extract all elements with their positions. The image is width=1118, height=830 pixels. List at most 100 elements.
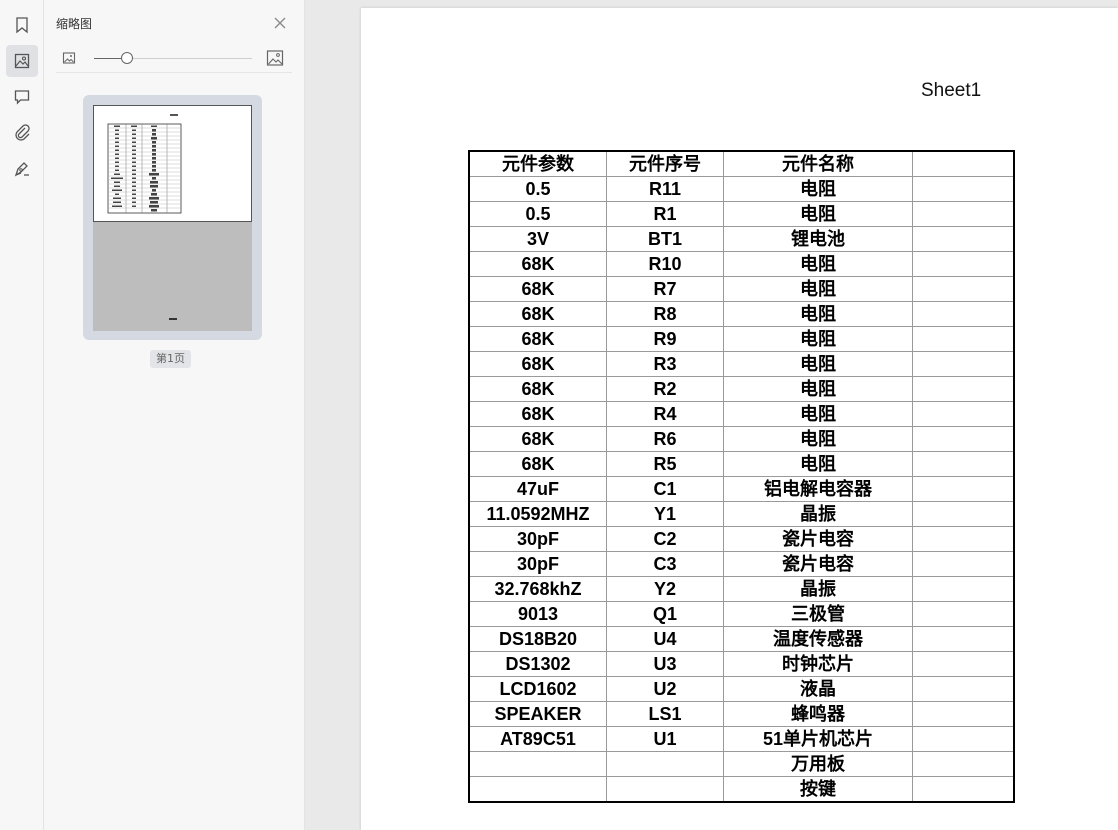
thumbnail-table-preview bbox=[107, 114, 182, 214]
table-cell bbox=[912, 326, 1015, 352]
table-cell bbox=[912, 301, 1015, 327]
table-cell: 锂电池 bbox=[723, 226, 913, 252]
comment-button[interactable] bbox=[6, 81, 38, 113]
zoom-out-image-icon[interactable] bbox=[62, 51, 76, 65]
table-cell bbox=[912, 726, 1015, 752]
table-cell bbox=[912, 176, 1015, 202]
bookmark-icon bbox=[16, 17, 28, 34]
table-cell: R2 bbox=[606, 376, 724, 402]
table-cell: 电阻 bbox=[723, 401, 913, 427]
table-cell: U2 bbox=[606, 676, 724, 702]
table-cell: R8 bbox=[606, 301, 724, 327]
table-cell bbox=[468, 751, 607, 777]
table-header-cell: 元件序号 bbox=[606, 150, 724, 177]
table-cell bbox=[912, 426, 1015, 452]
table-row: 47uF C1 铝电解电容器 bbox=[468, 476, 1015, 502]
table-row: 68K R10 电阻 bbox=[468, 251, 1015, 277]
table-cell: 铝电解电容器 bbox=[723, 476, 913, 502]
table-cell: 三极管 bbox=[723, 601, 913, 627]
table-cell bbox=[912, 376, 1015, 402]
table-row: 68K R5 电阻 bbox=[468, 451, 1015, 477]
table-cell bbox=[912, 776, 1015, 803]
table-cell: 电阻 bbox=[723, 176, 913, 202]
table-cell bbox=[606, 776, 724, 803]
table-cell: U1 bbox=[606, 726, 724, 752]
table-cell: 68K bbox=[468, 401, 607, 427]
table-cell: DS1302 bbox=[468, 651, 607, 677]
table-cell: DS18B20 bbox=[468, 626, 607, 652]
table-row: 30pF C3 瓷片电容 bbox=[468, 551, 1015, 577]
table-cell: 液晶 bbox=[723, 676, 913, 702]
thumbnail-sheet-preview bbox=[93, 105, 252, 222]
signature-button[interactable] bbox=[6, 153, 38, 185]
table-cell: 电阻 bbox=[723, 201, 913, 227]
table-cell: 68K bbox=[468, 326, 607, 352]
table-cell: 电阻 bbox=[723, 251, 913, 277]
table-cell bbox=[912, 251, 1015, 277]
attachment-button[interactable] bbox=[6, 116, 38, 148]
table-row: LCD1602 U2 液晶 bbox=[468, 676, 1015, 702]
table-cell bbox=[912, 551, 1015, 577]
table-header-cell bbox=[912, 150, 1015, 177]
table-cell: 瓷片电容 bbox=[723, 526, 913, 552]
table-cell: 电阻 bbox=[723, 326, 913, 352]
table-cell: LCD1602 bbox=[468, 676, 607, 702]
table-cell bbox=[912, 626, 1015, 652]
table-row: 按键 bbox=[468, 776, 1015, 803]
table-cell: LS1 bbox=[606, 701, 724, 727]
page-label[interactable]: 第1页 bbox=[150, 350, 191, 368]
table-cell bbox=[606, 751, 724, 777]
bookmark-button[interactable] bbox=[6, 9, 38, 41]
table-header-cell: 元件参数 bbox=[468, 150, 607, 177]
table-cell: R7 bbox=[606, 276, 724, 302]
thumbnail-button[interactable] bbox=[6, 45, 38, 77]
table-cell: 晶振 bbox=[723, 576, 913, 602]
table-cell: 按键 bbox=[723, 776, 913, 803]
zoom-in-image-icon[interactable] bbox=[266, 49, 284, 67]
thumbnail-page-preview bbox=[93, 105, 252, 331]
component-table: 元件参数 元件序号 元件名称 0.5 R11 电阻 0.5 R1 电阻 3V BT1 锂电池 68K R1… bbox=[468, 150, 1015, 803]
table-cell: 电阻 bbox=[723, 276, 913, 302]
table-cell: AT89C51 bbox=[468, 726, 607, 752]
table-cell bbox=[912, 751, 1015, 777]
table-cell: R10 bbox=[606, 251, 724, 277]
table-cell: 电阻 bbox=[723, 351, 913, 377]
zoom-slider-knob[interactable] bbox=[120, 52, 133, 64]
table-row: 30pF C2 瓷片电容 bbox=[468, 526, 1015, 552]
table-row: 68K R3 电阻 bbox=[468, 351, 1015, 377]
signature-icon bbox=[14, 162, 29, 177]
table-cell: C2 bbox=[606, 526, 724, 552]
table-cell: 47uF bbox=[468, 476, 607, 502]
table-cell bbox=[468, 776, 607, 803]
table-cell: BT1 bbox=[606, 226, 724, 252]
document-page: Sheet1 元件参数 元件序号 元件名称 0.5 R11 电阻 0.5 R1 电阻 3V BT1 锂… bbox=[361, 8, 1118, 830]
table-cell: 30pF bbox=[468, 526, 607, 552]
table-cell: 蜂鸣器 bbox=[723, 701, 913, 727]
table-cell: 电阻 bbox=[723, 426, 913, 452]
table-row: SPEAKER LS1 蜂鸣器 bbox=[468, 701, 1015, 727]
table-cell: 68K bbox=[468, 451, 607, 477]
table-cell: 电阻 bbox=[723, 376, 913, 402]
table-cell: 30pF bbox=[468, 551, 607, 577]
comment-icon bbox=[14, 90, 30, 105]
table-cell: 万用板 bbox=[723, 751, 913, 777]
table-row: 68K R7 电阻 bbox=[468, 276, 1015, 302]
table-row: 68K R2 电阻 bbox=[468, 376, 1015, 402]
table-cell: 晶振 bbox=[723, 501, 913, 527]
table-cell bbox=[912, 651, 1015, 677]
page-thumbnail[interactable] bbox=[83, 95, 262, 340]
table-row: DS1302 U3 时钟芯片 bbox=[468, 651, 1015, 677]
table-cell: Y2 bbox=[606, 576, 724, 602]
close-icon[interactable] bbox=[272, 15, 288, 31]
sheet-title: Sheet1 bbox=[921, 80, 982, 101]
table-cell: 68K bbox=[468, 301, 607, 327]
table-cell: 32.768khZ bbox=[468, 576, 607, 602]
table-cell: R9 bbox=[606, 326, 724, 352]
table-cell: U3 bbox=[606, 651, 724, 677]
table-cell: 温度传感器 bbox=[723, 626, 913, 652]
table-row: 68K R4 电阻 bbox=[468, 401, 1015, 427]
table-cell: 68K bbox=[468, 276, 607, 302]
table-cell bbox=[912, 226, 1015, 252]
table-cell: 0.5 bbox=[468, 176, 607, 202]
table-cell: 68K bbox=[468, 376, 607, 402]
